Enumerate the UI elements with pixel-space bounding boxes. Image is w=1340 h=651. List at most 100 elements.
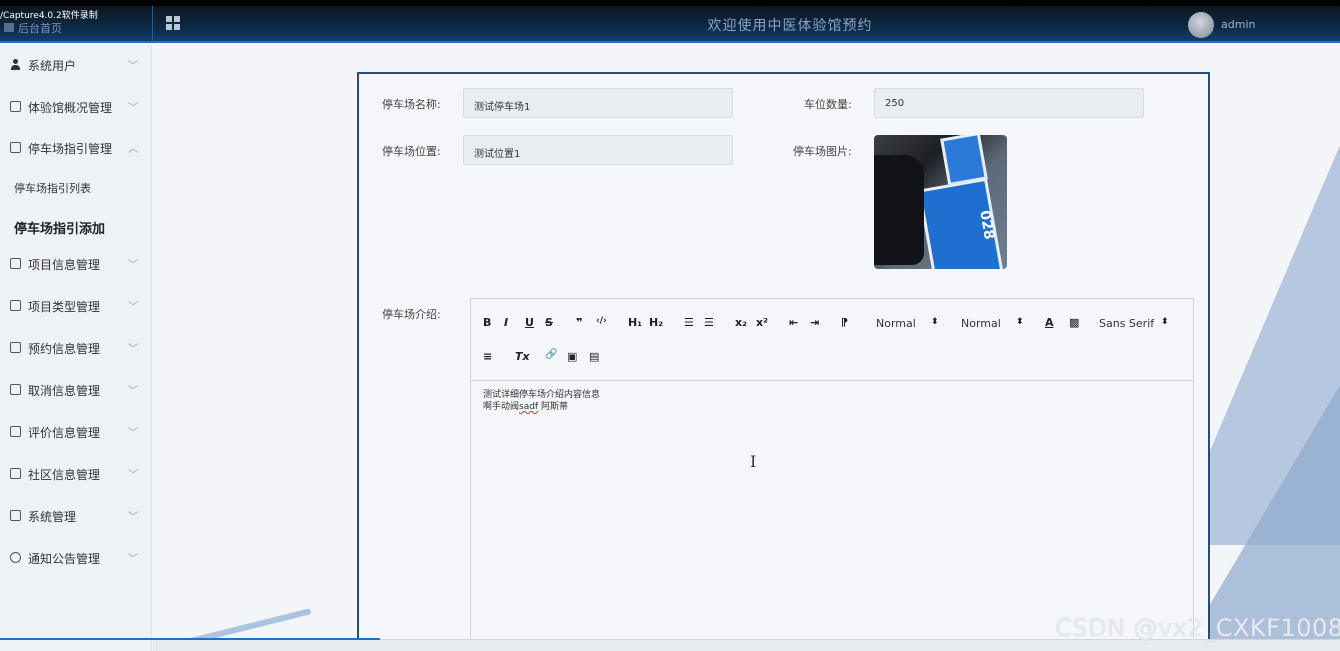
sidebar-item-label: 社区信息管理	[28, 468, 101, 482]
sidebar-item-project-info[interactable]: 项目信息管理 ﹀	[0, 244, 152, 284]
sidebar-item-parking-guide[interactable]: 停车场指引管理 ︿	[0, 128, 152, 168]
parking-image[interactable]: 028	[874, 135, 1007, 269]
chevron-down-icon: ﹀	[128, 428, 138, 439]
chevron-down-icon: ﹀	[128, 344, 138, 355]
italic-button[interactable]: I	[504, 316, 508, 329]
size-select[interactable]: Normal	[876, 317, 916, 330]
parking-location-label: 停车场位置:	[382, 145, 441, 158]
parking-image-label: 停车场图片:	[793, 145, 852, 158]
font-select[interactable]: Sans Serif	[1099, 317, 1154, 330]
sidebar-item-label: 体验馆概况管理	[28, 101, 113, 115]
parking-name-label: 停车场名称:	[382, 98, 441, 111]
ordered-list-button[interactable]: ☰	[684, 316, 694, 329]
note-icon	[10, 384, 21, 395]
h1-button[interactable]: H₁	[628, 316, 642, 329]
parking-location-input[interactable]: 测试位置1	[463, 135, 733, 165]
editor-text: 阿斯蒂	[538, 402, 568, 412]
sidebar-item-system-users[interactable]: 系统用户 ﹀	[0, 45, 152, 85]
sidebar-item-label: 系统用户	[28, 59, 77, 73]
misspelled-word: sadf	[519, 402, 539, 412]
sidebar-item-label: 项目类型管理	[28, 300, 101, 314]
image-button[interactable]: ▣	[567, 350, 577, 363]
capture-watermark: /Capture4.0.2软件录制	[0, 11, 98, 21]
note-icon	[10, 258, 21, 269]
note-icon	[10, 426, 21, 437]
note-icon	[10, 101, 21, 112]
chevron-down-icon: ﹀	[128, 103, 138, 114]
bullet-list-button[interactable]: ☰	[704, 316, 714, 329]
header-select[interactable]: Normal	[961, 317, 1001, 330]
username[interactable]: admin	[1221, 18, 1255, 31]
home-link[interactable]: 后台首页 /Capture4.0.2软件录制	[0, 6, 152, 43]
chevron-down-icon: ﹀	[128, 260, 138, 271]
sidebar-item-label: 停车场指引管理	[28, 142, 113, 156]
sidebar-subitem-label: 停车场指引添加	[14, 222, 106, 237]
note-icon	[10, 342, 21, 353]
indent-button[interactable]: ⇥	[810, 316, 819, 329]
sidebar-item-project-type[interactable]: 项目类型管理 ﹀	[0, 286, 152, 326]
note-icon	[10, 300, 21, 311]
link-button[interactable]: 🔗	[545, 349, 557, 360]
sidebar-item-cancel-info[interactable]: 取消信息管理 ﹀	[0, 370, 152, 410]
avatar[interactable]	[1188, 12, 1214, 38]
space-count-label: 车位数量:	[804, 98, 852, 111]
note-icon	[10, 142, 21, 153]
chevron-down-icon: ﹀	[128, 554, 138, 565]
outdent-button[interactable]: ⇤	[789, 316, 798, 329]
header: 后台首页 /Capture4.0.2软件录制 欢迎使用中医体验馆预约 admin	[0, 6, 1340, 43]
sidebar-item-review-info[interactable]: 评价信息管理 ﹀	[0, 412, 152, 452]
sidebar-item-label: 取消信息管理	[28, 384, 101, 398]
subscript-button[interactable]: x₂	[735, 316, 747, 329]
watermark: CSDN @vx2_CXKF10088	[1055, 614, 1340, 642]
sidebar-item-label: 项目信息管理	[28, 258, 101, 272]
sidebar-item-label: 系统管理	[28, 510, 77, 524]
note-icon	[10, 468, 21, 479]
superscript-button[interactable]: x²	[756, 316, 768, 329]
chevron-down-icon: ﹀	[128, 302, 138, 313]
text-direction-button[interactable]: ⁋	[841, 316, 848, 329]
image-icon	[10, 510, 21, 521]
parking-name-input[interactable]: 测试停车场1	[463, 88, 733, 118]
sidebar-item-label: 评价信息管理	[28, 426, 101, 440]
editor-content[interactable]: 测试详细停车场介绍内容信息 啊手动阀sadf 阿斯蒂	[483, 389, 600, 413]
accent-line	[0, 638, 380, 640]
header-select-caret-icon: ⬍	[1016, 317, 1024, 327]
sidebar-subitem-parking-list[interactable]: 停车场指引列表	[0, 169, 152, 205]
strike-button[interactable]: S	[545, 316, 553, 329]
rich-text-editor: B I U S ❞ ‹/› H₁ H₂ ☰ ☰ x₂ x² ⇤ ⇥ ⁋ Norm…	[470, 298, 1194, 651]
chevron-down-icon: ﹀	[128, 386, 138, 397]
chevron-down-icon: ﹀	[128, 512, 138, 523]
background-color-button[interactable]: ▩	[1069, 316, 1079, 329]
editor-text: 啊手动阀	[483, 402, 520, 412]
sidebar-item-community-info[interactable]: 社区信息管理 ﹀	[0, 454, 152, 494]
clean-format-button[interactable]: Tx	[515, 350, 530, 363]
parking-intro-label: 停车场介绍:	[382, 308, 441, 321]
sidebar-item-system-manage[interactable]: 系统管理 ﹀	[0, 496, 152, 536]
space-count-input[interactable]: 250	[874, 88, 1144, 118]
h2-button[interactable]: H₂	[649, 316, 663, 329]
sidebar-item-notice-manage[interactable]: 通知公告管理 ﹀	[0, 538, 152, 578]
sidebar-item-venue-overview[interactable]: 体验馆概况管理 ﹀	[0, 87, 152, 127]
bold-button[interactable]: B	[483, 316, 491, 329]
video-button[interactable]: ▤	[589, 350, 599, 363]
sidebar-subitem-parking-add[interactable]: 停车场指引添加	[0, 207, 152, 243]
header-divider	[152, 6, 153, 43]
editor-toolbar: B I U S ❞ ‹/› H₁ H₂ ☰ ☰ x₂ x² ⇤ ⇥ ⁋ Norm…	[471, 299, 1193, 381]
text-cursor-icon: I	[750, 452, 757, 471]
grid-menu-icon[interactable]	[166, 16, 180, 30]
sidebar-item-booking-info[interactable]: 预约信息管理 ﹀	[0, 328, 152, 368]
text-color-button[interactable]: A	[1045, 316, 1054, 329]
home-icon	[4, 23, 14, 32]
chevron-up-icon: ︿	[128, 144, 138, 155]
user-icon	[10, 59, 21, 70]
code-button[interactable]: ‹/›	[596, 316, 607, 326]
sidebar-item-label: 预约信息管理	[28, 342, 101, 356]
blockquote-button[interactable]: ❞	[576, 316, 582, 329]
chevron-down-icon: ﹀	[128, 470, 138, 481]
car-shape	[874, 155, 924, 265]
sidebar-item-label: 通知公告管理	[28, 552, 101, 566]
align-button[interactable]: ≡	[483, 350, 492, 363]
underline-button[interactable]: U	[525, 316, 534, 329]
chevron-down-icon: ﹀	[128, 61, 138, 72]
font-select-caret-icon: ⬍	[1161, 317, 1169, 327]
